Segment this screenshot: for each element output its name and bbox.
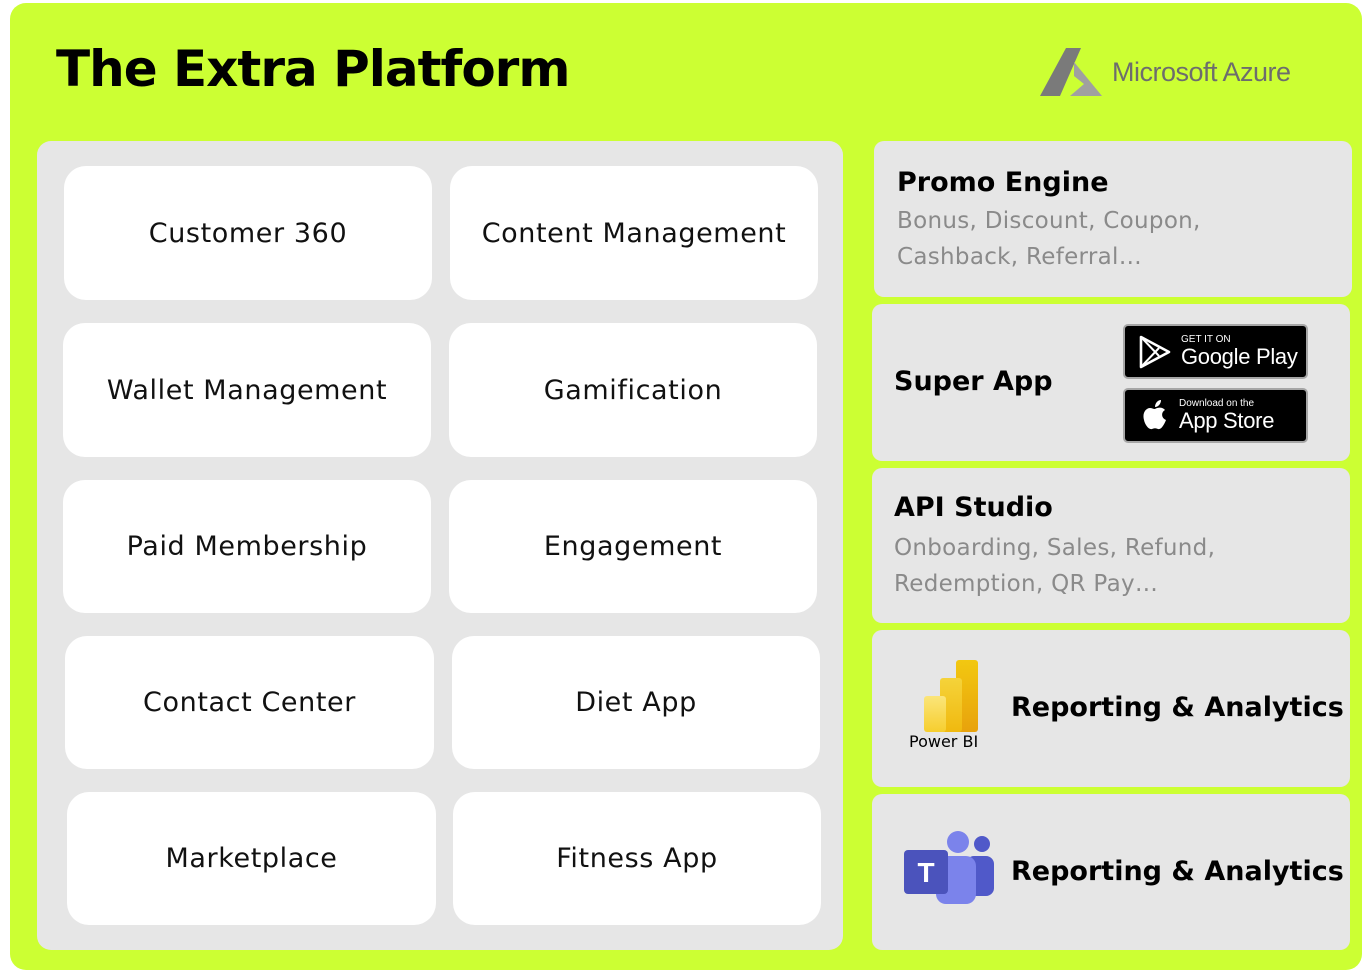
- api-studio-line-1: Onboarding, Sales, Refund,: [894, 535, 1216, 561]
- module-tile-diet-app[interactable]: Diet App: [452, 636, 820, 769]
- module-label: Wallet Management: [106, 374, 388, 406]
- api-studio-title: API Studio: [894, 492, 1053, 523]
- module-tile-contact-center[interactable]: Contact Center: [65, 636, 434, 769]
- azure-brand-text: Microsoft Azure: [1112, 56, 1291, 87]
- module-label: Gamification: [543, 374, 723, 406]
- module-label: Diet App: [575, 687, 697, 718]
- azure-brand: Microsoft Azure: [1040, 48, 1291, 96]
- module-tile-content-management[interactable]: Content Management: [450, 166, 818, 300]
- module-label: Content Management: [481, 217, 787, 249]
- page-title: The Extra Platform: [56, 40, 570, 98]
- promo-engine-line-1: Bonus, Discount, Coupon,: [897, 208, 1201, 234]
- promo-engine-card[interactable]: Promo Engine Bonus, Discount, Coupon, Ca…: [874, 141, 1352, 297]
- module-label: Contact Center: [143, 687, 356, 718]
- module-tile-marketplace[interactable]: Marketplace: [67, 792, 436, 925]
- super-app-title: Super App: [894, 366, 1053, 397]
- google-play-big-text: Google Play: [1181, 344, 1298, 369]
- super-app-card[interactable]: Super App GET IT ON Google Play Download…: [872, 304, 1350, 461]
- module-tile-wallet-management[interactable]: Wallet Management: [63, 323, 431, 457]
- apple-icon: [1143, 399, 1166, 429]
- api-studio-card[interactable]: API Studio Onboarding, Sales, Refund, Re…: [872, 468, 1350, 623]
- reporting-powerbi-title: Reporting & Analytics: [1011, 692, 1344, 723]
- app-store-big-text: App Store: [1179, 408, 1275, 433]
- api-studio-line-2: Redemption, QR Pay…: [894, 571, 1159, 597]
- module-tile-engagement[interactable]: Engagement: [449, 480, 817, 613]
- promo-engine-title: Promo Engine: [897, 167, 1109, 198]
- reporting-teams-title: Reporting & Analytics: [1011, 856, 1344, 887]
- module-label: Engagement: [543, 531, 723, 562]
- svg-text:T: T: [917, 857, 934, 888]
- module-tile-gamification[interactable]: Gamification: [449, 323, 817, 457]
- azure-logo-icon: [1040, 48, 1102, 96]
- google-play-icon: [1139, 335, 1171, 368]
- app-store-badge[interactable]: Download on the App Store: [1123, 388, 1308, 443]
- module-tile-fitness-app[interactable]: Fitness App: [453, 792, 821, 925]
- module-label: Fitness App: [556, 843, 718, 874]
- reporting-powerbi-card[interactable]: Power BI Reporting & Analytics: [872, 630, 1350, 787]
- power-bi-icon: [924, 660, 978, 732]
- promo-engine-line-2: Cashback, Referral…: [897, 244, 1143, 270]
- module-tile-customer-360[interactable]: Customer 360: [64, 166, 432, 300]
- module-label: Paid Membership: [126, 531, 368, 562]
- reporting-teams-card[interactable]: T Reporting & Analytics: [872, 794, 1350, 950]
- module-tile-paid-membership[interactable]: Paid Membership: [63, 480, 431, 613]
- google-play-badge[interactable]: GET IT ON Google Play: [1123, 324, 1308, 379]
- microsoft-teams-icon: T: [904, 831, 994, 904]
- power-bi-label: Power BI: [909, 732, 979, 751]
- module-label: Customer 360: [148, 217, 348, 249]
- module-label: Marketplace: [165, 843, 338, 874]
